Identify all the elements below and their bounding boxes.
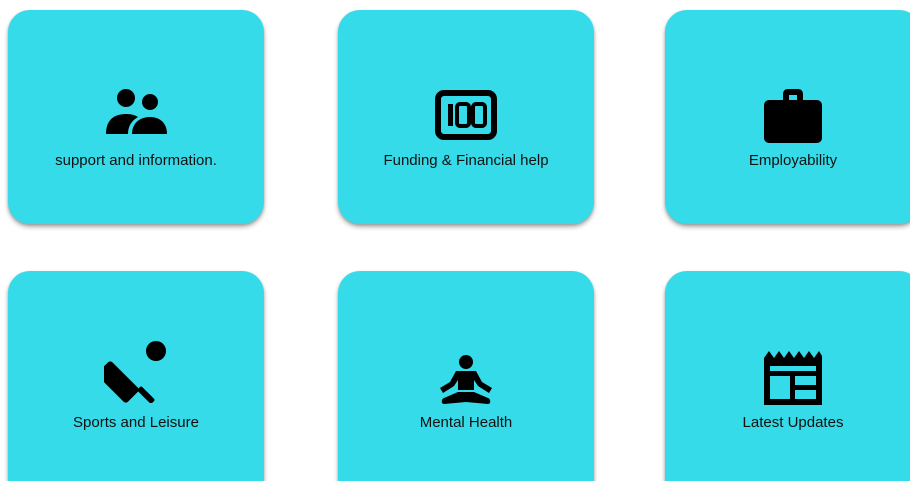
card-label: Mental Health xyxy=(419,414,513,431)
hundred-icon xyxy=(435,90,497,140)
card-latest-updates[interactable]: Latest Updates xyxy=(665,271,910,481)
meditation-icon xyxy=(440,355,492,404)
briefcase-icon xyxy=(764,89,822,143)
card-label: Latest Updates xyxy=(742,414,844,431)
card-label: Sports and Leisure xyxy=(73,414,199,431)
category-grid: support and information. Funding & Finan… xyxy=(0,0,910,481)
card-support-information[interactable]: support and information. xyxy=(8,10,264,224)
newspaper-icon xyxy=(764,351,822,405)
card-label: Funding & Financial help xyxy=(383,152,549,169)
card-employability[interactable]: Employability xyxy=(665,10,910,224)
card-label: support and information. xyxy=(55,152,217,169)
card-label: Employability xyxy=(748,152,838,169)
card-sports-leisure[interactable]: Sports and Leisure xyxy=(8,271,264,481)
people-icon xyxy=(106,89,167,134)
card-funding-financial-help[interactable]: Funding & Financial help xyxy=(338,10,594,224)
card-mental-health[interactable]: Mental Health xyxy=(338,271,594,481)
cricket-icon xyxy=(104,341,166,403)
